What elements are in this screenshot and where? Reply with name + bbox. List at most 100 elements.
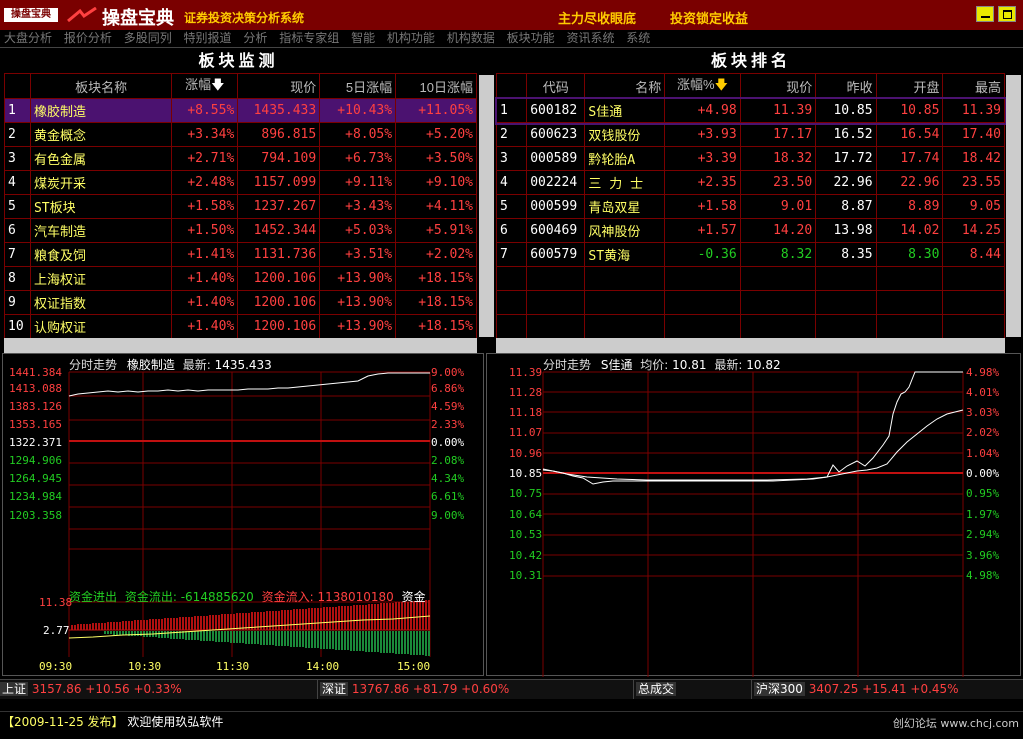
fund-out-bar [323, 631, 325, 649]
sector-row[interactable]: 2 黄金概念 +3.34% 896.815 +8.05% +5.20% [4, 122, 477, 147]
hs300-index-cell[interactable]: 沪深300 3407.25 +15.41 +0.45% [754, 680, 1023, 699]
stock-value-cell: 000599 [526, 194, 586, 219]
col-header[interactable]: 代码 [526, 73, 586, 99]
fund-in-bar [137, 620, 139, 630]
stock-row[interactable]: 4 002224 三 力 士 +2.35 23.50 22.96 22.96 23.55 [495, 170, 1005, 195]
col-header[interactable]: 名称 [584, 73, 666, 99]
sector-row[interactable]: 3 有色金属 +2.71% 794.109 +6.73% +3.50% [4, 146, 477, 171]
fund-in-bar [353, 605, 355, 630]
left-vertical-scrollbar[interactable] [479, 75, 494, 337]
fund-in-bar [314, 608, 316, 630]
minimize-button[interactable] [976, 6, 994, 22]
sector-row[interactable]: 1 橡胶制造 +8.55% 1435.433 +10.43% +11.05% [4, 98, 477, 123]
y-tick-left: 10.85 [509, 467, 543, 480]
news-ticker[interactable]: 【2009-11-25 发布】 欢迎使用玖弘软件 创幻论坛 www.chcj.c… [0, 711, 1023, 731]
menu-item[interactable]: 系统 [626, 30, 650, 47]
y-tick-left: 11.18 [509, 406, 543, 419]
col-header[interactable]: 5日涨幅 [319, 73, 397, 99]
fund-out-bar [197, 631, 199, 640]
fund-out-bar [116, 631, 118, 635]
col-header[interactable]: 现价 [739, 73, 817, 99]
sector-value-cell: +1.40% [171, 290, 239, 315]
sort-down-icon: 🡇 [211, 77, 225, 92]
sector-value-cell: +3.51% [319, 242, 397, 267]
stock-row[interactable]: 1 600182 S佳通 +4.98 11.39 10.85 10.85 11.39 [494, 96, 1007, 125]
sector-value-cell: +1.40% [171, 266, 239, 291]
menu-item[interactable]: 机构数据 [447, 30, 495, 47]
fund-in-bar [194, 616, 196, 630]
fund-out-bar [266, 631, 268, 645]
sector-row[interactable]: 7 粮食及饲 +1.41% 1131.736 +3.51% +2.02% [4, 242, 477, 267]
col-header[interactable]: 开盘 [875, 73, 944, 99]
fund-out-value: -614885620 [180, 590, 254, 604]
right-intraday-chart[interactable]: 分时走势 S佳通 均价: 10.81 最新: 10.82 11.39 11.28 1… [486, 353, 1021, 677]
stock-row[interactable]: 2 600623 双钱股份 +3.93 17.17 16.52 16.54 17.40 [495, 122, 1005, 147]
menu-item[interactable]: 板块功能 [507, 30, 555, 47]
col-header[interactable]: 最高 [942, 73, 1005, 99]
stock-row[interactable]: 3 000589 黔轮胎A +3.39 18.32 17.72 17.74 18.42 [495, 146, 1005, 171]
menu-item[interactable]: 多股同列 [124, 30, 172, 47]
menu-item[interactable]: 资讯系统 [566, 30, 614, 47]
sz-index-cell[interactable]: 深证 13767.86 +81.79 +0.60% [320, 680, 634, 699]
menu-item[interactable]: 指标专家组 [279, 30, 339, 47]
col-header[interactable]: 涨幅🡇 [171, 73, 239, 99]
stock-value-cell: 8.89 [875, 194, 944, 219]
menu-item[interactable]: 智能 [351, 30, 375, 47]
fund-out-bar [227, 631, 229, 642]
col-header[interactable]: 板块名称 [29, 73, 173, 99]
fund-in-bar [272, 611, 274, 630]
fund-out-bar [284, 631, 286, 646]
y-tick-right: 2.33% [431, 418, 465, 431]
sector-value-cell: +9.11% [319, 170, 397, 195]
fund-out-bar [311, 631, 313, 648]
menu-item[interactable]: 机构功能 [387, 30, 435, 47]
sector-row[interactable]: 5 ST板块 +1.58% 1237.267 +3.43% +4.11% [4, 194, 477, 219]
sector-row[interactable]: 8 上海权证 +1.40% 1200.106 +13.90% +18.15% [4, 266, 477, 291]
stock-value-cell: 23.55 [942, 170, 1005, 195]
menu-item[interactable]: 分析 [243, 30, 267, 47]
sector-row[interactable]: 4 煤炭开采 +2.48% 1157.099 +9.11% +9.10% [4, 170, 477, 195]
watermark: 创幻论坛 www.chcj.com [892, 717, 1019, 730]
fund-in-bar [125, 621, 127, 630]
col-header[interactable]: 昨收 [815, 73, 877, 99]
fund-out-bar [338, 631, 340, 650]
sector-value-cell: 896.815 [237, 122, 321, 147]
col-header[interactable]: 现价 [237, 73, 321, 99]
fund-in-bar [413, 601, 415, 630]
y-tick-right: 0.00% [431, 436, 465, 449]
col-header[interactable]: 10日涨幅 [395, 73, 477, 99]
fund-out-bar [344, 631, 346, 650]
sector-value-cell: 1452.344 [237, 218, 321, 243]
stock-value-cell: +1.58 [664, 194, 741, 219]
fund-out-bar [203, 631, 205, 641]
menu-item[interactable]: 报价分析 [64, 30, 112, 47]
sector-value-cell: 9 [4, 290, 31, 315]
left-horizontal-scrollbar[interactable] [4, 338, 477, 353]
right-vertical-scrollbar[interactable] [1006, 75, 1021, 337]
fund-out-bar [416, 631, 418, 655]
fund-in-bar [236, 613, 238, 630]
stock-value-cell: 7 [495, 242, 528, 267]
total-volume-cell[interactable]: 总成交 [636, 680, 752, 699]
col-header[interactable]: 涨幅%🡇 [664, 73, 741, 99]
news-prefix: 【2009-11-25 发布】 [2, 715, 124, 729]
fund-out-bar [188, 631, 190, 640]
stock-value-cell: 17.17 [739, 122, 817, 147]
left-intraday-chart[interactable]: 分时走势 橡胶制造 最新: 1435.433 1441.384 1413.088 1… [2, 353, 484, 676]
fund-in-bar [317, 608, 319, 630]
stock-row[interactable]: 7 600579 ST黄海 -0.36 8.32 8.35 8.30 8.44 [495, 242, 1005, 267]
sector-row[interactable]: 6 汽车制造 +1.50% 1452.344 +5.03% +5.91% [4, 218, 477, 243]
menu-item[interactable]: 大盘分析 [4, 30, 52, 47]
sector-value-cell: 2 [4, 122, 31, 147]
close-button[interactable] [998, 6, 1016, 22]
stock-row[interactable]: 6 600469 风神股份 +1.57 14.20 13.98 14.02 14.25 [495, 218, 1005, 243]
sh-index-cell[interactable]: 上证 3157.86 +10.56 +0.33% [0, 680, 318, 699]
sector-row[interactable]: 10 认购权证 +1.40% 1200.106 +13.90% +18.15% [4, 314, 477, 339]
fund-out-bar [305, 631, 307, 648]
stock-row[interactable]: 5 000599 青岛双星 +1.58 9.01 8.87 8.89 9.05 [495, 194, 1005, 219]
right-horizontal-scrollbar[interactable] [496, 338, 1005, 353]
fund-in-bar [104, 623, 106, 630]
stock-value-cell: 10.85 [875, 98, 944, 123]
sector-row[interactable]: 9 权证指数 +1.40% 1200.106 +13.90% +18.15% [4, 290, 477, 315]
menu-item[interactable]: 特别报道 [184, 30, 232, 47]
